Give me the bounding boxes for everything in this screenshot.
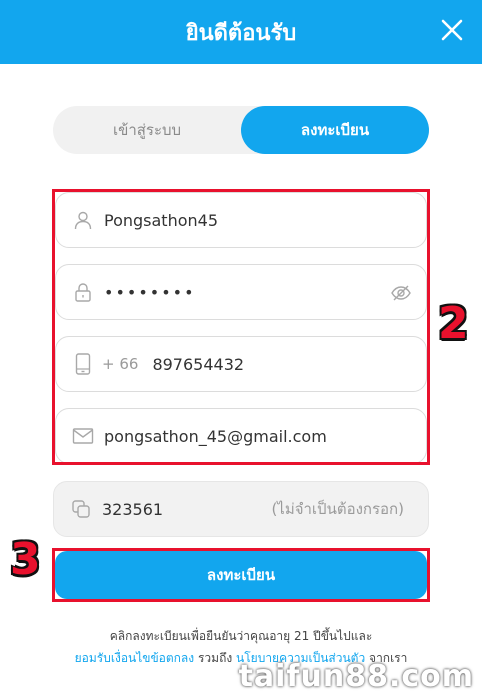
referral-code-field[interactable]: 323561 (ไม่จำเป็นต้องกรอก) bbox=[53, 481, 429, 537]
register-button[interactable]: ลงทะเบียน bbox=[55, 551, 427, 599]
user-icon bbox=[72, 209, 94, 231]
step-marker-3: 3 bbox=[10, 534, 41, 585]
terms-link[interactable]: ยอมรับเงื่อนไขข้อตกลง bbox=[75, 651, 195, 665]
email-value: pongsathon_45@gmail.com bbox=[104, 426, 327, 446]
country-code[interactable]: + 66 bbox=[102, 355, 138, 373]
email-field[interactable]: pongsathon_45@gmail.com bbox=[55, 408, 427, 464]
auth-tabs: เข้าสู่ระบบ ลงทะเบียน bbox=[53, 106, 429, 154]
page-title: ยินดีต้อนรับ bbox=[185, 20, 297, 46]
copy-icon bbox=[70, 498, 92, 520]
password-field[interactable]: •••••••• bbox=[55, 264, 427, 320]
tab-login[interactable]: เข้าสู่ระบบ bbox=[53, 106, 241, 154]
terms-middle: รวมถึง bbox=[194, 651, 237, 665]
username-field[interactable]: Pongsathon45 bbox=[55, 192, 427, 248]
tab-register[interactable]: ลงทะเบียน bbox=[241, 106, 429, 154]
optional-hint: (ไม่จำเป็นต้องกรอก) bbox=[271, 500, 404, 518]
username-value: Pongsathon45 bbox=[104, 210, 219, 230]
close-icon bbox=[441, 19, 463, 41]
phone-field[interactable]: + 66 897654432 bbox=[55, 336, 427, 392]
close-button[interactable] bbox=[434, 12, 470, 48]
password-value: •••••••• bbox=[104, 282, 196, 302]
referral-code-value: 323561 bbox=[102, 499, 164, 519]
lock-icon bbox=[72, 281, 94, 303]
phone-icon bbox=[72, 353, 94, 375]
terms-line-1: คลิกลงทะเบียนเพื่อยืนยันว่าคุณอายุ 21 ปี… bbox=[109, 629, 373, 643]
step-marker-2: 2 bbox=[438, 298, 469, 349]
eye-off-icon[interactable] bbox=[390, 282, 412, 304]
phone-value: 897654432 bbox=[152, 354, 245, 374]
header-bar: ยินดีต้อนรับ bbox=[0, 0, 482, 64]
watermark: taifun88.com bbox=[238, 659, 474, 694]
mail-icon bbox=[72, 425, 94, 447]
